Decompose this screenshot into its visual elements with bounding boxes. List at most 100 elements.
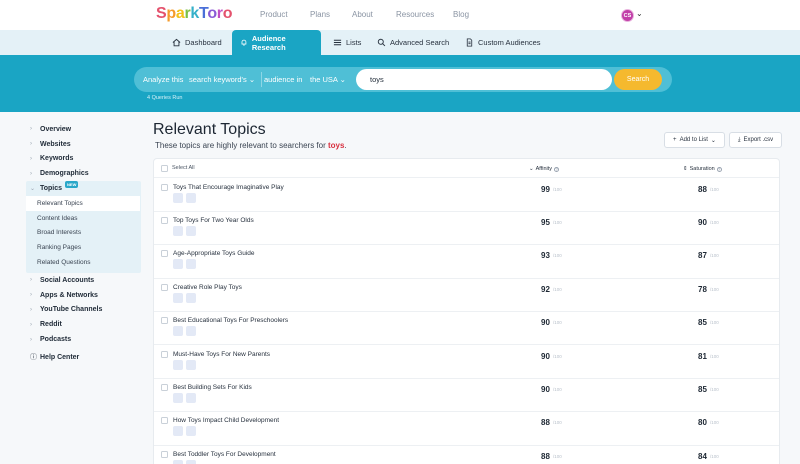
export-csv-button[interactable]: ⤓ Export .csv [729,132,782,148]
nav-blog-link[interactable]: Blog [453,10,483,19]
analyze-type-value: search keyword's [189,75,247,84]
add-to-list-icon[interactable] [186,225,196,236]
tab-lists-label: Lists [346,38,362,47]
tab-audience-research[interactable]: Audience Research [232,30,321,55]
topic-title[interactable]: Top Toys For Two Year Olds [173,217,254,224]
topic-title[interactable]: Age-Appropriate Toys Guide [173,250,255,257]
search-icon [377,38,386,47]
chevron-down-icon[interactable]: ⌄ [636,9,643,18]
table-row[interactable]: Age-Appropriate Toys Guide 93/100 87/100 [154,245,779,279]
select-all-checkbox[interactable] [161,165,168,172]
google-search-icon[interactable] [173,359,183,370]
sidebar-item-label: Reddit [40,321,62,329]
add-to-list-icon[interactable] [186,392,196,403]
search-button[interactable]: Search [614,69,662,90]
sidebar-item-overview[interactable]: › Overview [26,122,141,137]
add-to-list-icon[interactable] [186,292,196,303]
table-row[interactable]: Top Toys For Two Year Olds 95/100 90/100 [154,212,779,246]
row-checkbox[interactable] [161,383,168,391]
saturation-unit: /100 [710,320,719,326]
nav-plans-link[interactable]: Plans [310,10,352,19]
saturation-column-header[interactable]: ⇕ Saturation? [683,166,722,172]
tab-custom-audiences[interactable]: Custom Audiences [465,30,541,55]
topic-title[interactable]: Best Toddler Toys For Development [173,451,276,458]
nav-about-link[interactable]: About [352,10,396,19]
analyze-type-select[interactable]: search keyword's ⌄ [189,75,255,84]
google-search-icon[interactable] [173,225,183,236]
search-input[interactable] [356,69,612,90]
row-checkbox[interactable] [161,183,168,191]
sidebar-item-reddit[interactable]: › Reddit [26,317,141,332]
audience-label: audience in [264,75,303,84]
row-actions [173,326,196,337]
add-to-list-icon[interactable] [186,426,196,437]
tab-lists[interactable]: Lists [333,30,361,55]
tab-dashboard[interactable]: Dashboard [172,30,222,55]
sidebar-item-social-accounts[interactable]: › Social Accounts [26,273,141,288]
table-row[interactable]: Best Toddler Toys For Development 88/100 8… [154,446,779,464]
sidebar-sub-broad-interests[interactable]: Broad Interests [26,226,141,241]
google-search-icon[interactable] [173,326,183,337]
sidebar-item-help-center[interactable]: ⓘ Help Center [26,350,141,365]
analyze-label: Analyze this [143,75,184,84]
sidebar-sub-related-questions[interactable]: Related Questions [26,255,141,270]
affinity-column-header[interactable]: ⌄ Affinity? [529,166,560,172]
row-checkbox[interactable] [161,317,168,325]
topic-title[interactable]: Best Building Sets For Kids [173,384,252,391]
nav-resources-link[interactable]: Resources [396,10,453,19]
help-icon[interactable]: ? [716,166,722,172]
location-select[interactable]: the USA ⌄ [310,75,346,84]
add-to-list-icon[interactable] [186,259,196,270]
google-search-icon[interactable] [173,426,183,437]
tab-advanced-search[interactable]: Advanced Search [377,30,449,55]
user-avatar[interactable]: CS [621,9,634,22]
subtitle-text: These topics are highly relevant to sear… [155,141,326,150]
topic-title[interactable]: Creative Role Play Toys [173,284,242,291]
row-actions [173,225,196,236]
main-nav-links: Product Plans About Resources Blog [260,10,483,19]
row-checkbox[interactable] [161,450,168,458]
sidebar-sub-ranking-pages[interactable]: Ranking Pages [26,240,141,255]
row-checkbox[interactable] [161,350,168,358]
sidebar-item-websites[interactable]: › Websites [26,137,141,152]
row-checkbox[interactable] [161,250,168,258]
sidebar-item-keywords[interactable]: › Keywords [26,152,141,167]
google-search-icon[interactable] [173,392,183,403]
help-icon[interactable]: ? [554,166,560,172]
topic-title[interactable]: Must-Have Toys For New Parents [173,351,270,358]
google-search-icon[interactable] [173,292,183,303]
table-row[interactable]: Creative Role Play Toys 92/100 78/100 [154,279,779,313]
home-icon [172,38,181,47]
google-search-icon[interactable] [173,192,183,203]
row-actions [173,292,196,303]
sidebar-item-podcasts[interactable]: › Podcasts [26,332,141,347]
sparktoro-logo[interactable]: SparkToro [156,5,233,23]
row-checkbox[interactable] [161,216,168,224]
table-row[interactable]: Toys That Encourage Imaginative Play 99/1… [154,179,779,212]
table-row[interactable]: Best Building Sets For Kids 90/100 85/100 [154,379,779,413]
add-to-list-icon[interactable] [186,326,196,337]
affinity-value: 90 [541,318,550,328]
topic-title[interactable]: Best Educational Toys For Preschoolers [173,317,288,324]
row-checkbox[interactable] [161,417,168,425]
sidebar-item-label: Overview [40,125,72,133]
add-to-list-icon[interactable] [186,192,196,203]
table-row[interactable]: How Toys Impact Child Development 88/100 8… [154,412,779,446]
sidebar-item-youtube-channels[interactable]: › YouTube Channels [26,303,141,318]
row-checkbox[interactable] [161,283,168,291]
sidebar-item-apps-networks[interactable]: › Apps & Networks [26,288,141,303]
nav-product-link[interactable]: Product [260,10,310,19]
add-to-list-button[interactable]: + Add to List ⌄ [664,132,725,148]
table-row[interactable]: Best Educational Toys For Preschoolers 90… [154,312,779,346]
add-to-list-icon[interactable] [186,459,196,464]
google-search-icon[interactable] [173,459,183,464]
sidebar-sub-relevant-topics[interactable]: Relevant Topics [26,195,140,211]
google-search-icon[interactable] [173,259,183,270]
table-row[interactable]: Must-Have Toys For New Parents 90/100 81/1… [154,346,779,379]
sidebar-sub-content-ideas[interactable]: Content Ideas [26,211,141,226]
add-to-list-icon[interactable] [186,359,196,370]
topic-title[interactable]: How Toys Impact Child Development [173,417,279,424]
sidebar-item-demographics[interactable]: › Demographics [26,166,141,181]
sidebar-item-topics[interactable]: ⌄ Topics NEW [26,181,141,196]
topic-title[interactable]: Toys That Encourage Imaginative Play [173,184,284,191]
